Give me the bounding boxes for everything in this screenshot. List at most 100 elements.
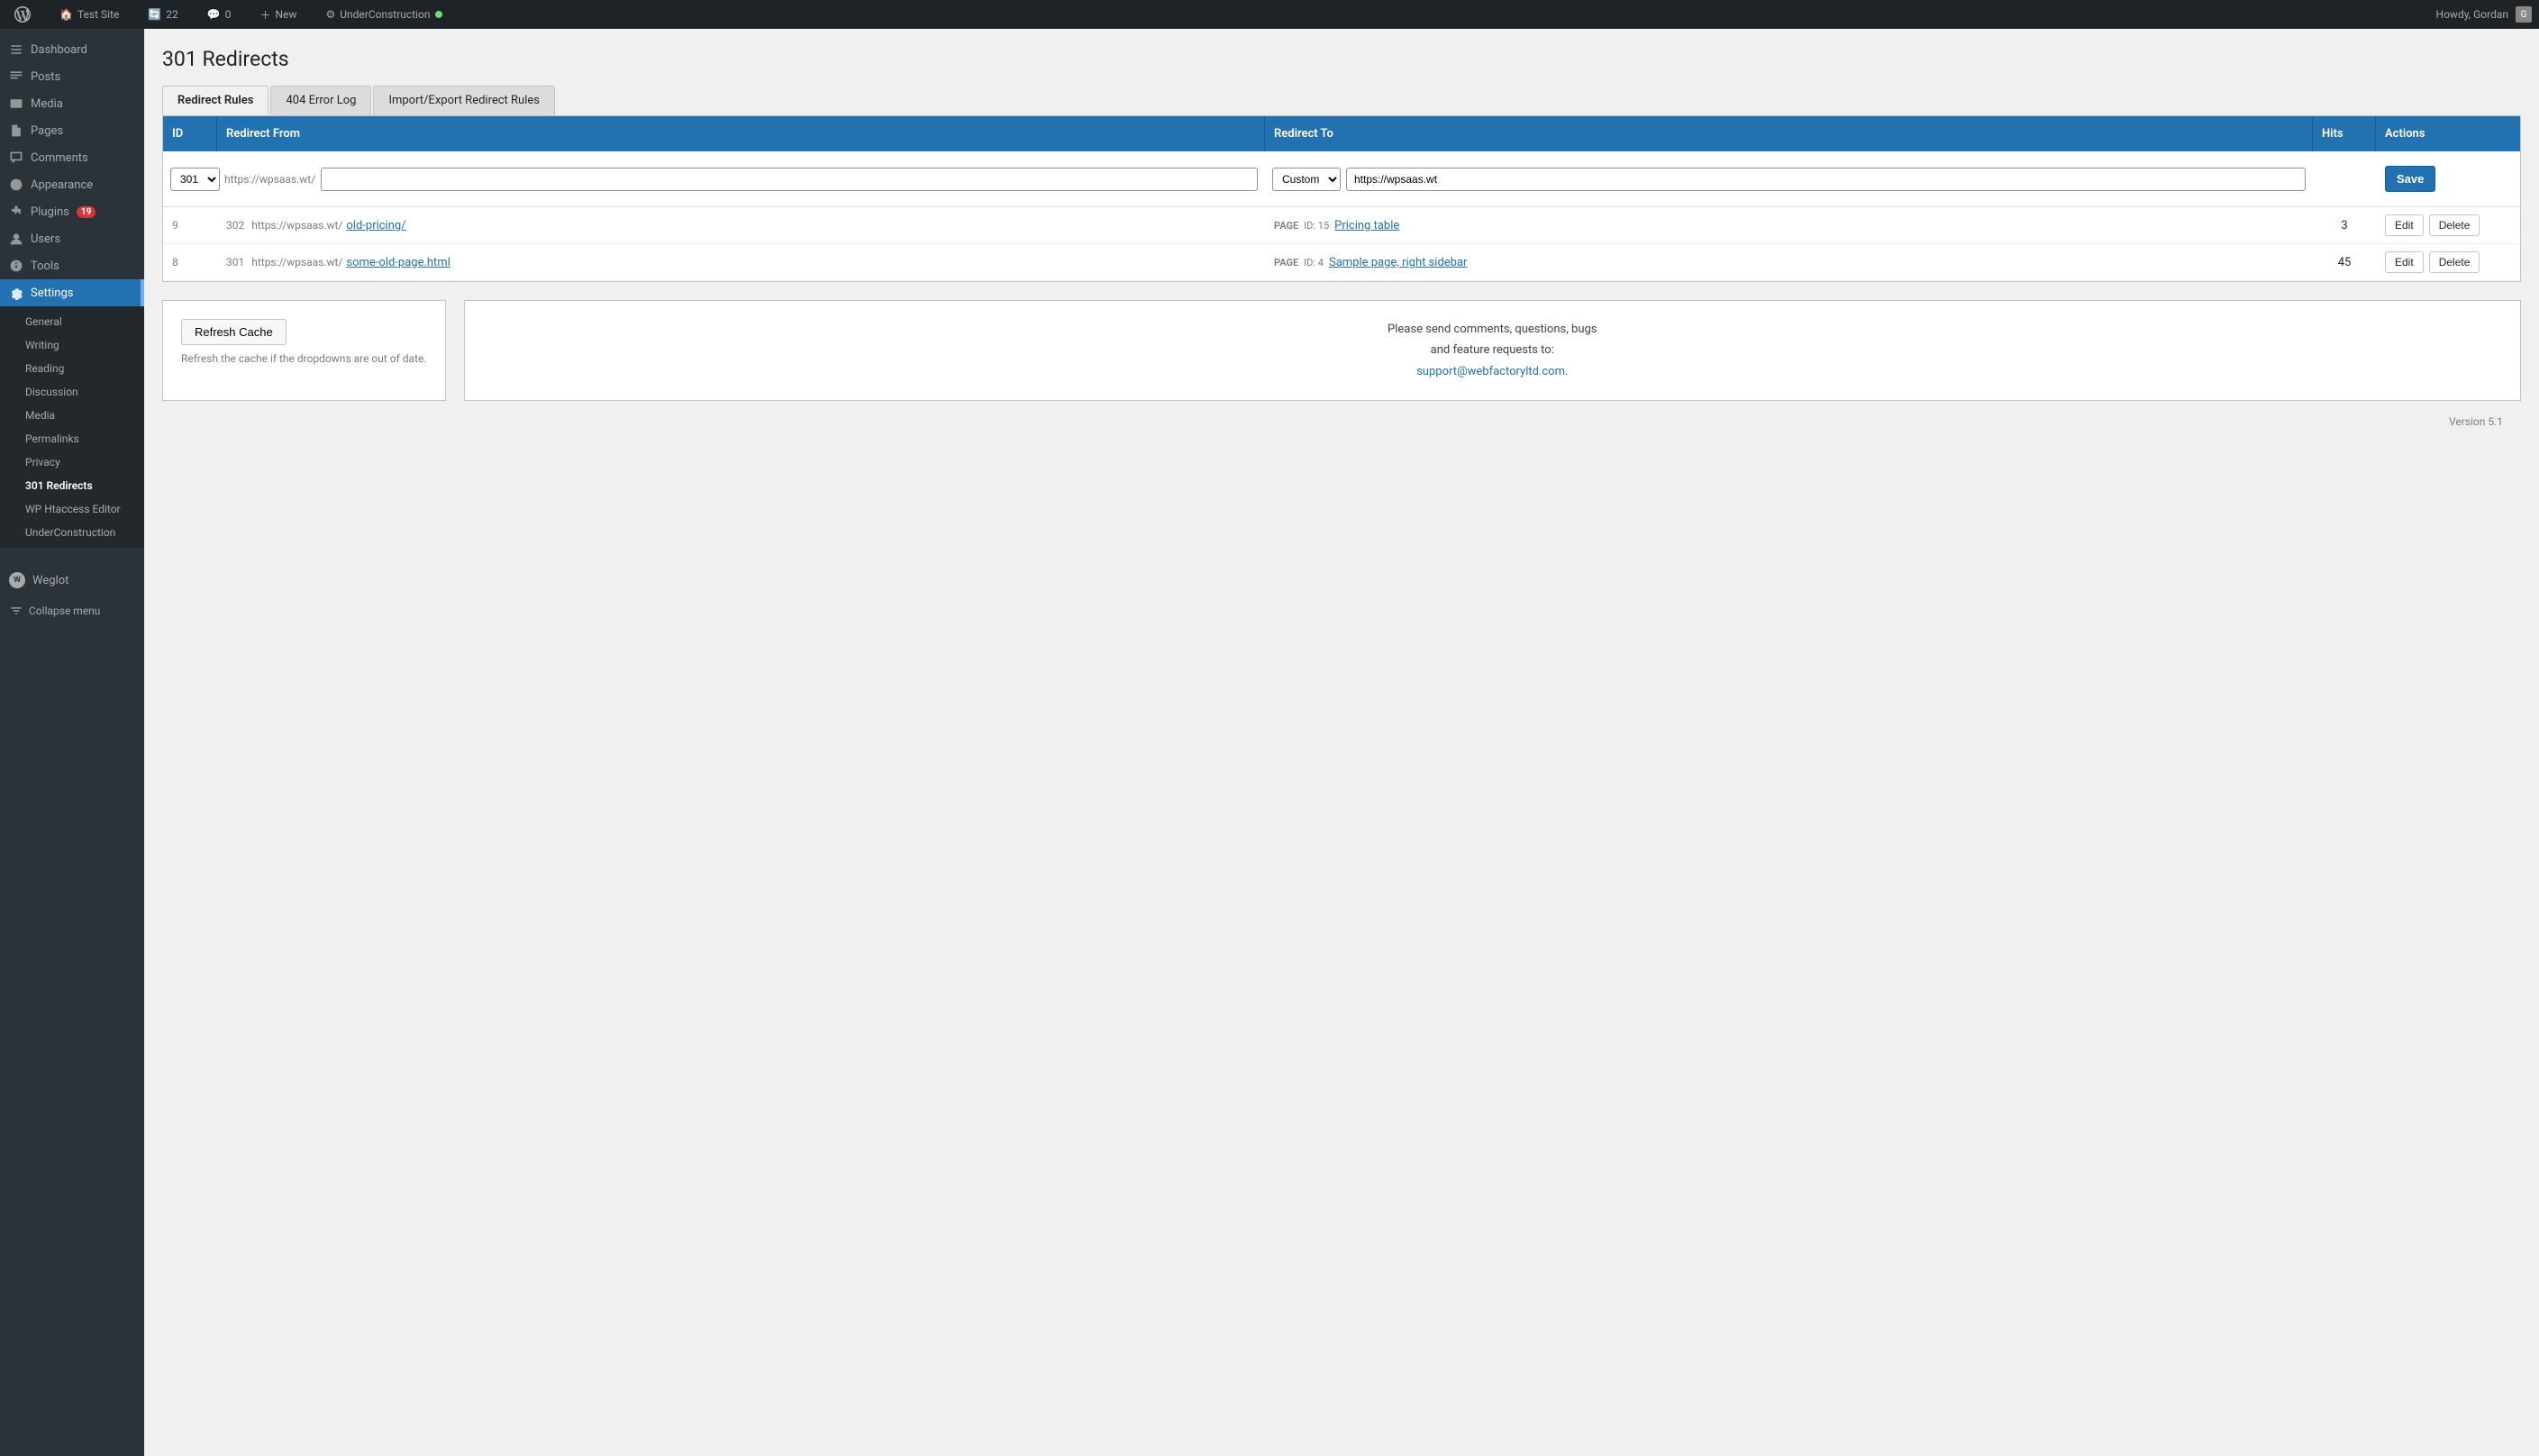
updates-link[interactable]: 🔄 22 [141, 0, 185, 29]
sidebar-sub-htaccess[interactable]: WP Htaccess Editor [0, 497, 144, 521]
refresh-cache-button[interactable]: Refresh Cache [181, 319, 287, 345]
sidebar-sub-permalinks[interactable]: Permalinks [0, 427, 144, 450]
collapse-label: Collapse menu [29, 605, 100, 617]
wp-logo-link[interactable] [7, 0, 38, 29]
weglot-icon: W [9, 572, 25, 588]
new-rule-to-type-select[interactable]: Custom PAGE [1272, 168, 1341, 191]
sidebar-settings-label: Settings [31, 287, 73, 300]
user-info: Howdy, Gordan G [2436, 6, 2532, 23]
version-text: Version 5.1 [2449, 415, 2503, 428]
plugin-name: UnderConstruction [340, 8, 430, 21]
support-box: Please send comments, questions, bugs an… [464, 300, 2521, 401]
sidebar-item-settings[interactable]: Settings [0, 279, 144, 306]
support-text2: and feature requests to: [1431, 343, 1554, 357]
sidebar-item-comments[interactable]: Comments [0, 144, 144, 171]
sidebar-item-tools[interactable]: Tools [0, 252, 144, 279]
sidebar-sub-general[interactable]: General [0, 310, 144, 333]
sidebar-item-pages[interactable]: Pages [0, 117, 144, 144]
new-rule-type-select[interactable]: 301 302 [170, 168, 220, 191]
row1-edit-button[interactable]: Edit [2385, 214, 2424, 236]
table-row: 9 302 https://wpsaas.wt/ old-pricing/ PA… [163, 207, 2520, 244]
th-hits: Hits [2313, 116, 2376, 151]
th-actions: Actions [2376, 116, 2520, 151]
table-header-row: ID Redirect From Redirect To Hits Action… [163, 116, 2520, 151]
new-rule-to-url-input[interactable] [1346, 168, 2306, 191]
sidebar-tools-label: Tools [31, 259, 59, 273]
sidebar-sub-redirects[interactable]: 301 Redirects [0, 474, 144, 497]
row2-to-id: ID: 4 [1304, 257, 1324, 268]
row1-hits: 3 [2313, 210, 2376, 241]
row2-delete-button[interactable]: Delete [2429, 251, 2480, 273]
row2-to-type: PAGE [1274, 257, 1298, 268]
collapse-menu-button[interactable]: Collapse menu [0, 595, 144, 627]
sidebar-sub-privacy[interactable]: Privacy [0, 450, 144, 474]
row2-hits: 45 [2313, 247, 2376, 278]
sidebar-item-plugins[interactable]: Plugins 19 [0, 198, 144, 225]
new-label: New [276, 8, 297, 21]
row2-to-target[interactable]: Sample page, right sidebar [1329, 256, 1468, 269]
row1-to-target[interactable]: Pricing table [1334, 219, 1399, 232]
comments-icon: 💬 [207, 8, 221, 21]
updates-count: 22 [166, 8, 178, 21]
new-rule-from-path-input[interactable] [321, 168, 1258, 191]
row1-to-type: PAGE [1274, 220, 1298, 232]
site-name-link[interactable]: 🏠 Test Site [52, 0, 126, 29]
row1-code: 302 [226, 219, 244, 232]
updates-icon: 🔄 [148, 8, 161, 21]
row2-to-cell: PAGE ID: 4 Sample page, right sidebar [1265, 247, 2313, 278]
sidebar-item-users[interactable]: Users [0, 225, 144, 252]
comments-link[interactable]: 💬 0 [200, 0, 239, 29]
user-avatar: G [2516, 6, 2532, 23]
refresh-cache-description: Refresh the cache if the dropdowns are o… [181, 352, 427, 365]
settings-submenu: General Writing Reading Discussion Media… [0, 306, 144, 548]
row1-path[interactable]: old-pricing/ [346, 219, 405, 232]
save-redirect-button[interactable]: Save [2385, 166, 2435, 192]
tab-404-error-log[interactable]: 404 Error Log [270, 86, 371, 115]
sidebar-appearance-label: Appearance [31, 178, 93, 192]
row2-from-cell: 301 https://wpsaas.wt/ some-old-page.htm… [217, 247, 1265, 278]
row1-id: 9 [163, 210, 217, 241]
sidebar-comments-label: Comments [31, 151, 88, 165]
sidebar-sub-discussion[interactable]: Discussion [0, 380, 144, 404]
sidebar-posts-label: Posts [31, 70, 60, 84]
status-dot [435, 11, 442, 18]
site-name: Test Site [77, 8, 119, 21]
sidebar-sub-underconstruction[interactable]: UnderConstruction [0, 521, 144, 544]
th-redirect-to: Redirect To [1265, 116, 2313, 151]
sidebar-item-appearance[interactable]: Appearance [0, 171, 144, 198]
row1-to-cell: PAGE ID: 15 Pricing table [1265, 210, 2313, 241]
support-period: . [1565, 365, 1568, 378]
page-title: 301 Redirects [162, 47, 2521, 71]
plugin-icon: ⚙ [325, 8, 335, 21]
sidebar-sub-writing[interactable]: Writing [0, 333, 144, 357]
row1-actions: Edit Delete [2376, 207, 2520, 243]
row2-edit-button[interactable]: Edit [2385, 251, 2424, 273]
plugins-badge: 19 [77, 206, 96, 218]
th-id: ID [163, 116, 217, 151]
support-email-link[interactable]: support@webfactoryltd.com [1416, 365, 1565, 378]
row1-delete-button[interactable]: Delete [2429, 214, 2480, 236]
comments-count: 0 [225, 8, 232, 21]
row1-to-id: ID: 15 [1304, 220, 1329, 232]
new-content-link[interactable]: ＋ New [252, 0, 304, 29]
sidebar-item-dashboard[interactable]: Dashboard [0, 36, 144, 63]
sidebar-plugins-label: Plugins [31, 205, 69, 219]
tab-redirect-rules[interactable]: Redirect Rules [162, 86, 268, 115]
sidebar-sub-reading[interactable]: Reading [0, 357, 144, 380]
row1-base: https://wpsaas.wt/ [251, 219, 342, 232]
underconstruction-link[interactable]: ⚙ UnderConstruction [318, 0, 449, 29]
support-text1: Please send comments, questions, bugs [1388, 323, 1597, 336]
new-rule-from-base: https://wpsaas.wt/ [224, 173, 315, 186]
row2-base: https://wpsaas.wt/ [251, 256, 342, 268]
table-row: 8 301 https://wpsaas.wt/ some-old-page.h… [163, 244, 2520, 281]
sidebar-users-label: Users [31, 232, 60, 246]
row2-actions: Edit Delete [2376, 244, 2520, 280]
sidebar-weglot-label: Weglot [32, 574, 68, 587]
sidebar-sub-media[interactable]: Media [0, 404, 144, 427]
tab-bar: Redirect Rules 404 Error Log Import/Expo… [162, 86, 2521, 115]
row2-path[interactable]: some-old-page.html [346, 256, 450, 269]
sidebar-item-posts[interactable]: Posts [0, 63, 144, 90]
sidebar-item-weglot[interactable]: W Weglot [0, 566, 144, 595]
tab-import-export[interactable]: Import/Export Redirect Rules [373, 86, 555, 115]
sidebar-item-media[interactable]: Media [0, 90, 144, 117]
